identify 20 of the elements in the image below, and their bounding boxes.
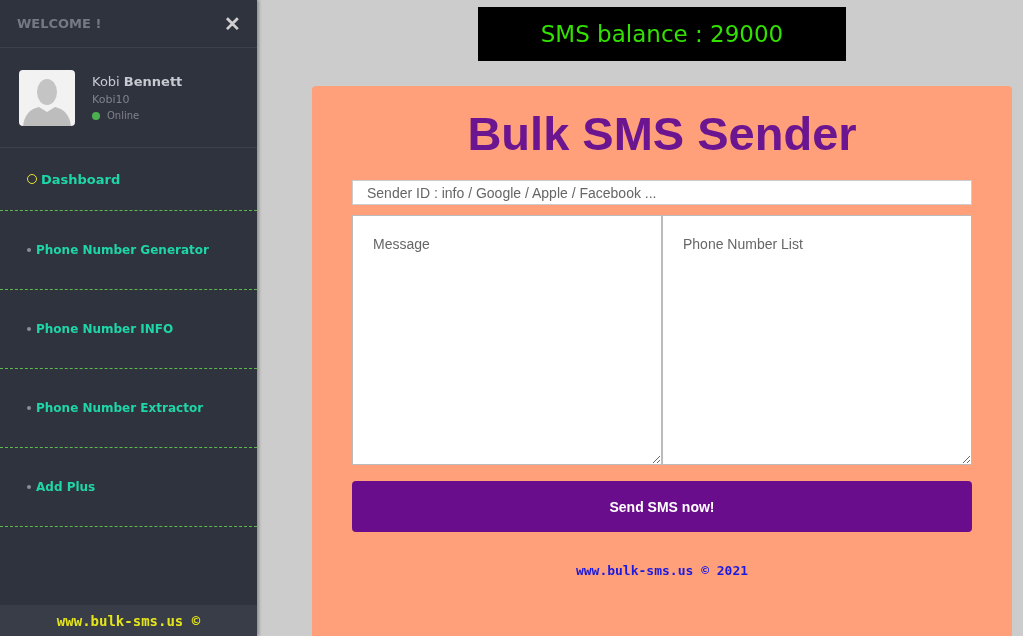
menu-item[interactable]: Phone Number Extractor [0, 369, 257, 448]
page-title: Bulk SMS Sender [466, 106, 858, 162]
message-field[interactable]: Message [352, 215, 662, 465]
sender-id-field[interactable]: Sender ID : info / Google / Apple / Facebook ... [352, 180, 972, 205]
username: Kobi10 [92, 93, 131, 106]
avatar-icon [19, 69, 75, 126]
menu-item[interactable]: Dashboard [0, 148, 257, 211]
online-status-icon [92, 111, 100, 120]
balance-text: SMS balance : 29000 [540, 21, 784, 47]
close-button[interactable]: ✕ [224, 11, 241, 36]
menu-item[interactable]: Phone Number Generator [0, 211, 257, 290]
menu-item[interactable]: Add Plus [0, 448, 257, 527]
site-link[interactable]: www.bulk-sms.us © [56, 612, 201, 629]
status-text: Online [107, 110, 140, 121]
welcome-heading: WELCOME ! [17, 16, 102, 31]
phone-list-field[interactable]: Phone Number List [662, 215, 972, 465]
menu-item[interactable]: Phone Number INFO [0, 290, 257, 369]
user-name: Kobi Bennett [92, 74, 183, 89]
send-button[interactable]: Send SMS now! [352, 481, 972, 532]
site-link[interactable]: www.bulk-sms.us © 2021 [575, 563, 749, 578]
